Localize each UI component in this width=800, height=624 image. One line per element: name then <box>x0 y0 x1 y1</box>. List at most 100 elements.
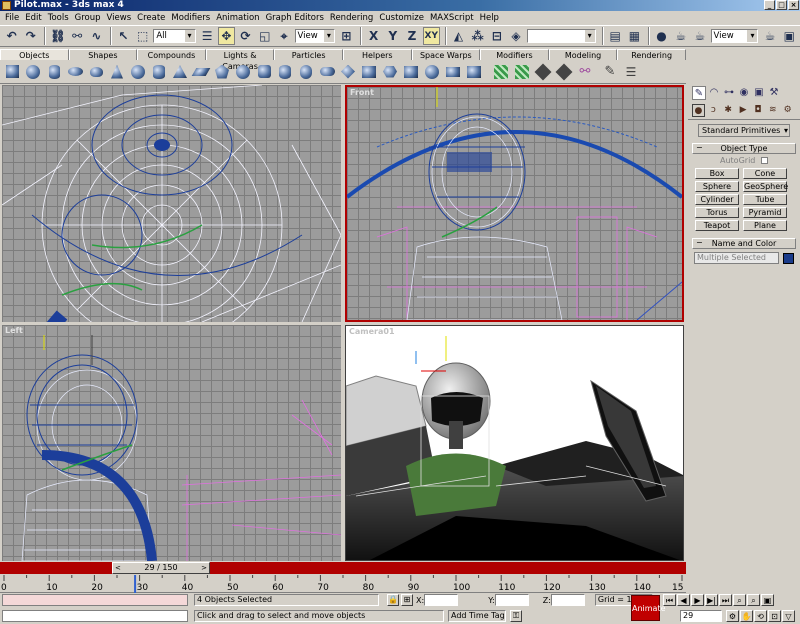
sphere-icon[interactable] <box>25 64 41 80</box>
oil-tank-icon[interactable] <box>298 64 314 80</box>
grid-plane2-icon[interactable] <box>514 64 530 80</box>
bind-spacewarp-icon[interactable]: ∿ <box>88 27 105 45</box>
material-icon[interactable]: ◈ <box>507 27 524 45</box>
next-frame-icon[interactable]: ▶| <box>705 594 718 606</box>
unlink-icon[interactable]: ⚯ <box>69 27 86 45</box>
add-time-tag-button[interactable]: Add Time Tag <box>448 610 506 622</box>
menu-create[interactable]: Create <box>134 13 168 23</box>
schematic-view-icon[interactable]: ▦ <box>626 27 643 45</box>
material-editor-icon[interactable]: ● <box>653 27 670 45</box>
menu-maxscript[interactable]: MAXScript <box>427 13 477 23</box>
l-ext-icon[interactable] <box>361 64 377 80</box>
menu-rendering[interactable]: Rendering <box>327 13 376 23</box>
animate-button[interactable]: Animate <box>631 595 666 621</box>
tab-shapes[interactable]: Shapes <box>68 49 138 60</box>
scale-icon[interactable]: ◱ <box>256 27 273 45</box>
systems-icon[interactable]: ⚙ <box>781 104 794 117</box>
absolute-mode-icon[interactable]: ⊞ <box>401 594 413 606</box>
minimize-button[interactable]: _ <box>764 0 775 10</box>
box-icon[interactable] <box>4 64 20 80</box>
time-config-icon[interactable]: ⚙ <box>726 610 739 622</box>
menu-tools[interactable]: Tools <box>45 13 72 23</box>
category-dropdown[interactable]: Standard Primitives <box>698 124 790 137</box>
quick-render-icon[interactable]: ☕ <box>691 27 708 45</box>
chamfer-cyl-icon[interactable] <box>277 64 293 80</box>
tube-button[interactable]: Tube <box>743 194 787 205</box>
object-type-rollout[interactable]: Object Type <box>692 143 796 154</box>
tab-lights-cameras[interactable]: Lights & Cameras <box>205 49 275 71</box>
tab-compounds[interactable]: Compounds <box>137 49 206 60</box>
bone-icon[interactable]: ⚯ <box>577 64 593 80</box>
z-coordinate-field[interactable] <box>550 594 585 606</box>
maximize-button[interactable]: □ <box>776 0 787 10</box>
pivot-icon[interactable]: ⌖ <box>275 27 292 45</box>
play-icon[interactable]: ▶ <box>691 594 704 606</box>
utilities-panel-icon[interactable]: ⚒ <box>767 86 781 100</box>
time-prev-button[interactable]: < <box>115 563 121 573</box>
geometry-icon[interactable]: ● <box>692 104 705 117</box>
maxscript-listener-field[interactable] <box>2 594 188 606</box>
gengon-icon[interactable] <box>382 64 398 80</box>
autogrid-checkbox[interactable]: AutoGrid <box>688 154 800 165</box>
select-icon[interactable]: ↖ <box>115 27 132 45</box>
create-panel-icon[interactable]: ✎ <box>692 86 706 100</box>
rotate-icon[interactable]: ⟳ <box>237 27 254 45</box>
menu-views[interactable]: Views <box>104 13 135 23</box>
tab-objects[interactable]: Objects <box>0 49 69 60</box>
move-icon[interactable]: ✥ <box>217 27 235 45</box>
viewport-front[interactable]: Front <box>345 85 684 322</box>
cylinder-icon[interactable] <box>46 64 62 80</box>
motion-panel-icon[interactable]: ◉ <box>737 86 751 100</box>
use-pivot-icon[interactable]: ⊞ <box>338 27 355 45</box>
align-icon[interactable]: ⊟ <box>488 27 505 45</box>
key-mode-icon[interactable]: ⚿ <box>510 610 522 622</box>
stack-icon[interactable]: ☰ <box>623 64 639 80</box>
min-max-toggle-icon[interactable]: ⊡ <box>768 610 781 622</box>
tab-space-warps[interactable]: Space Warps <box>411 49 481 60</box>
chamfer-box-icon[interactable] <box>256 64 272 80</box>
zoom-all-icon[interactable]: ⌕ <box>747 594 760 606</box>
lock-selection-icon[interactable]: 🔒 <box>387 594 399 606</box>
prism-icon[interactable] <box>466 64 482 80</box>
time-slider[interactable]: < 29 / 150 > <box>112 562 210 574</box>
display-panel-icon[interactable]: ▣ <box>752 86 766 100</box>
shapes-icon[interactable]: ↄ <box>707 104 720 117</box>
tab-modifiers[interactable]: Modifiers <box>480 49 549 60</box>
plane-button[interactable]: Plane <box>743 220 787 231</box>
torus-icon[interactable] <box>67 64 83 80</box>
go-to-end-icon[interactable]: ⏭ <box>719 594 732 606</box>
menu-graph-editors[interactable]: Graph Editors <box>263 13 327 23</box>
tube-icon[interactable] <box>151 64 167 80</box>
plane-icon[interactable] <box>191 64 211 80</box>
viewport-top[interactable] <box>2 85 341 322</box>
time-slider-track[interactable]: < 29 / 150 > <box>0 562 686 574</box>
teapot-icon[interactable] <box>88 64 104 80</box>
sphere-button[interactable]: Sphere <box>695 181 739 192</box>
x-coordinate-field[interactable] <box>424 594 459 606</box>
object-color-swatch[interactable] <box>783 252 794 264</box>
link-icon[interactable]: ⛓ <box>49 27 66 45</box>
arc-rotate-icon[interactable]: ⟲ <box>754 610 767 622</box>
torus-button[interactable]: Torus <box>695 207 739 218</box>
time-next-button[interactable]: > <box>201 563 207 573</box>
spacewarps-icon[interactable]: ≋ <box>766 104 779 117</box>
axis-y-button[interactable]: Y <box>384 27 401 45</box>
cameras-icon[interactable]: ▶ <box>737 104 750 117</box>
wrench-icon[interactable]: ✎ <box>602 64 618 80</box>
menu-customize[interactable]: Customize <box>376 13 427 23</box>
ring-wave-icon[interactable] <box>424 64 440 80</box>
torus-knot-icon[interactable] <box>235 64 251 80</box>
redo-icon[interactable]: ↷ <box>22 27 39 45</box>
geosphere-button[interactable]: GeoSphere <box>743 181 788 192</box>
render-type-dropdown[interactable]: View <box>710 29 759 43</box>
viewport-left[interactable]: Left <box>2 325 341 561</box>
pyramid-icon[interactable] <box>172 64 188 80</box>
cylinder-button[interactable]: Cylinder <box>695 194 739 205</box>
menu-animation[interactable]: Animation <box>213 13 262 23</box>
menu-edit[interactable]: Edit <box>22 13 44 23</box>
field-of-view-icon[interactable]: ▽ <box>782 610 795 622</box>
region-select-icon[interactable]: ⬚ <box>134 27 151 45</box>
close-button[interactable]: × <box>788 0 799 10</box>
maxscript-output-field[interactable] <box>2 610 188 622</box>
array-icon[interactable]: ⁂ <box>469 27 486 45</box>
